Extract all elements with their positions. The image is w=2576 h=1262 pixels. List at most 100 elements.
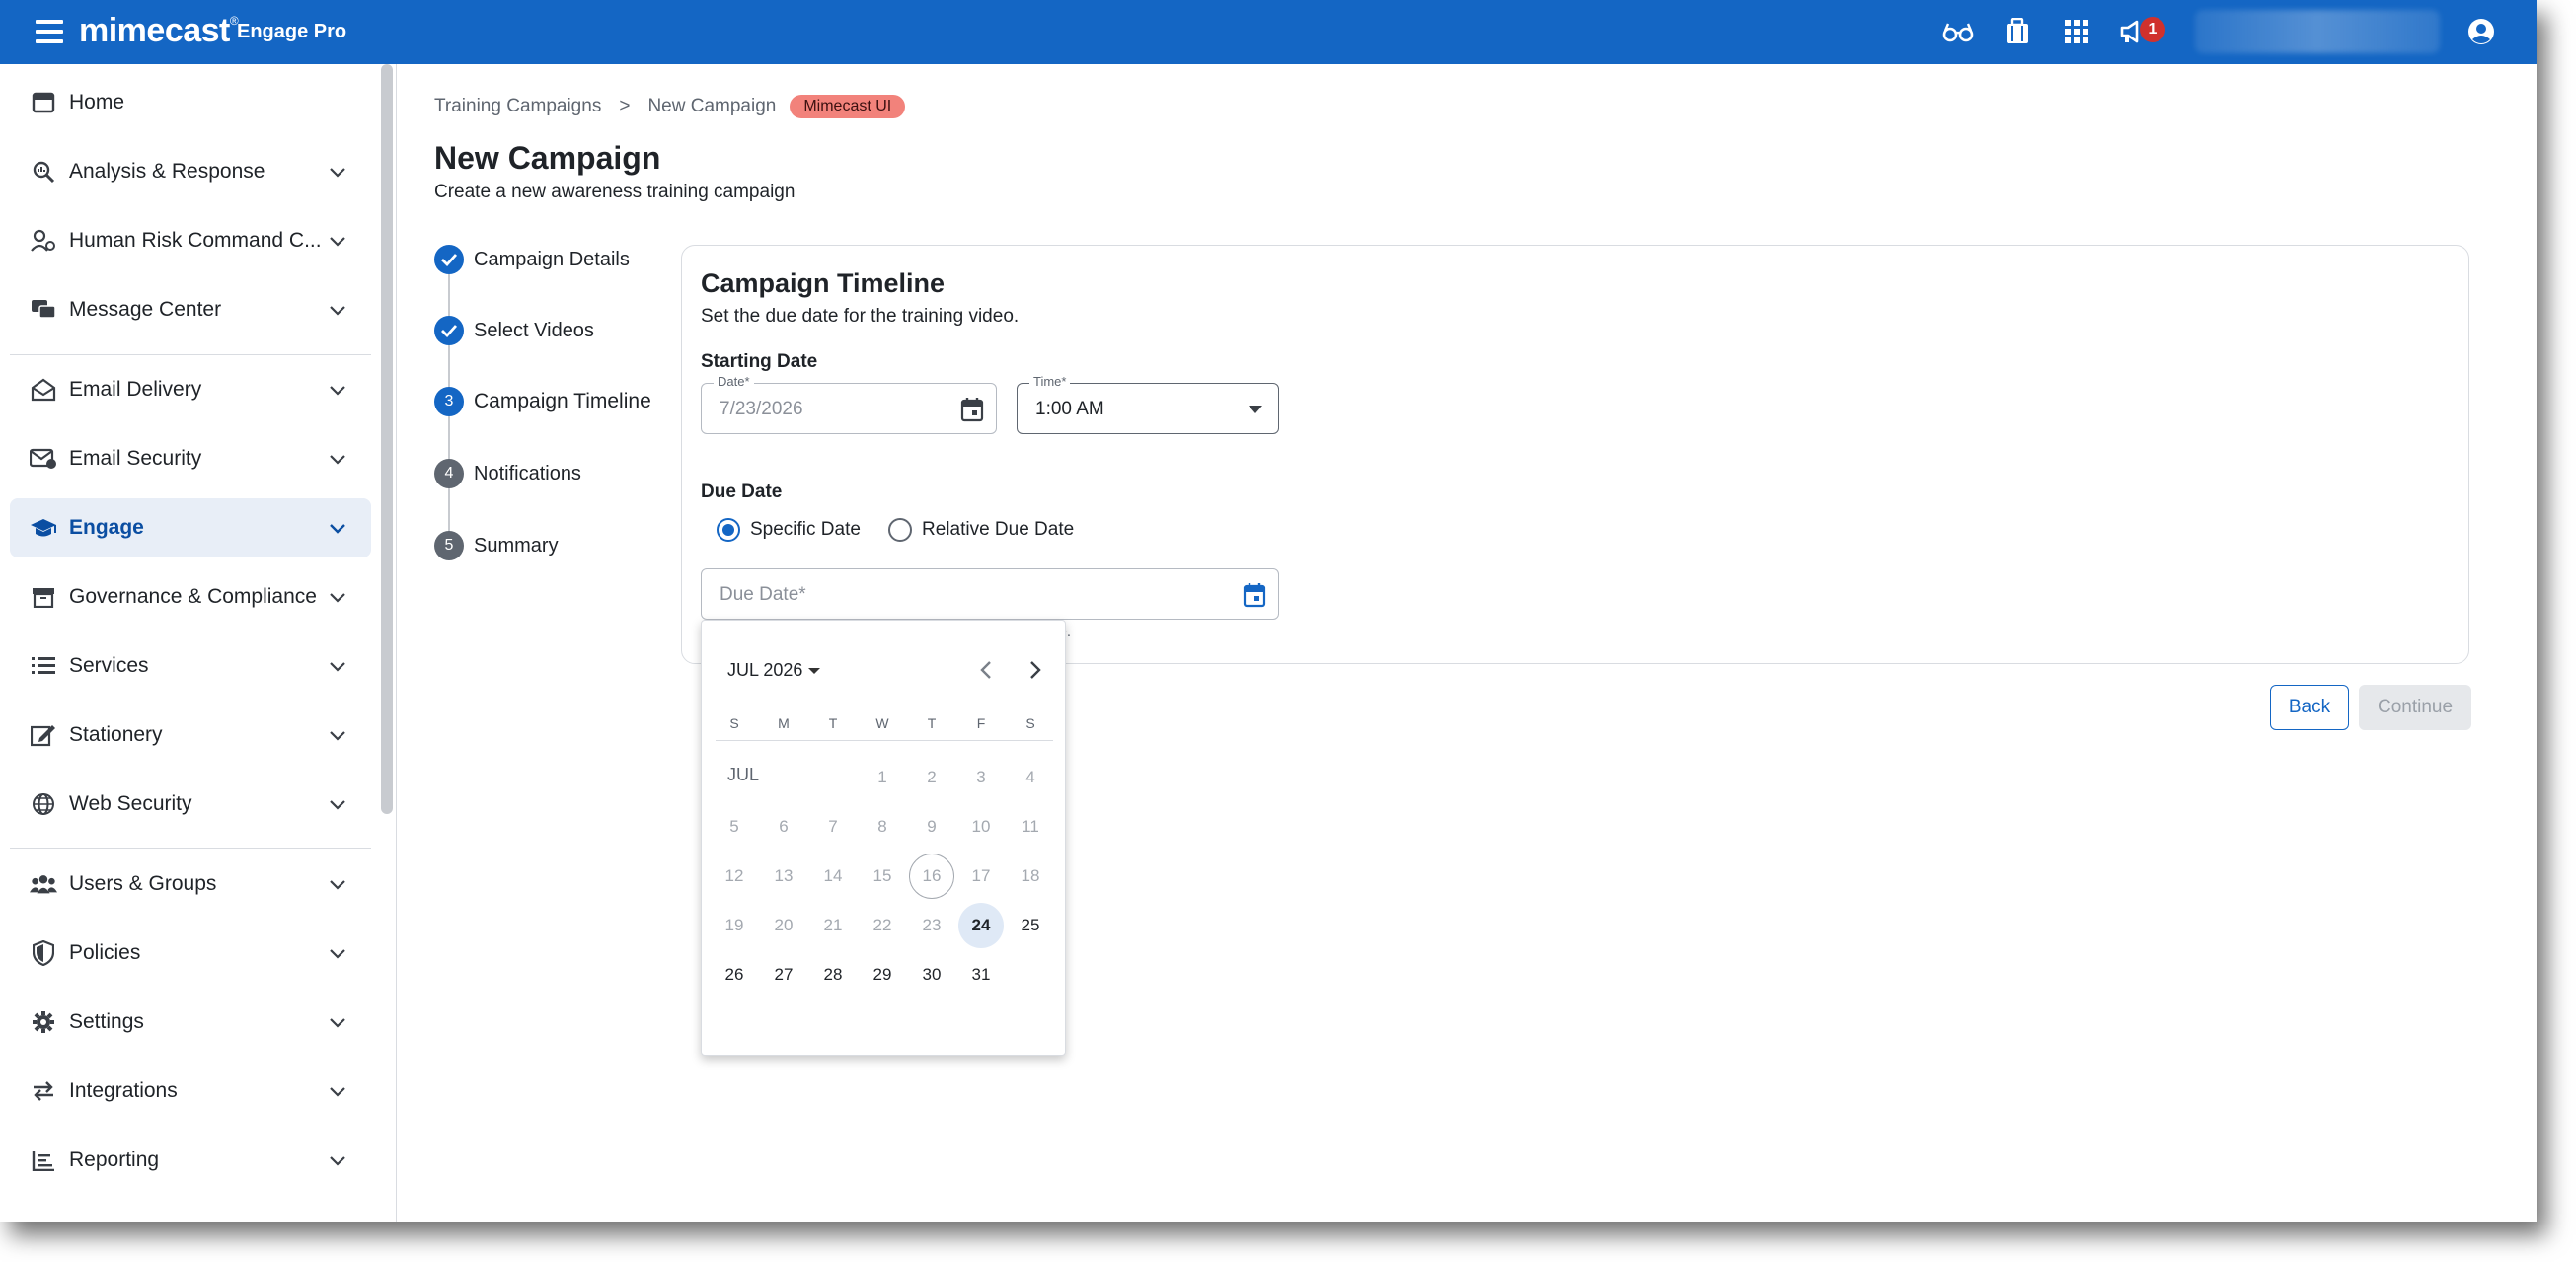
calendar-day[interactable]: 25 (1008, 903, 1053, 948)
date-picker-popup: JUL 2026 SMTWTFS JUL 1 2 3 4 5 6 7 8 9 10 11 12 13 14… (701, 620, 1066, 1056)
chevron-down-icon[interactable] (326, 723, 349, 747)
step-summary[interactable]: 5 Summary (434, 531, 559, 560)
analysis-icon (30, 158, 57, 186)
chevron-down-icon[interactable] (326, 792, 349, 816)
due-date-placeholder: Due Date* (720, 584, 806, 605)
sidebar-item-email-delivery[interactable]: Email Delivery (10, 360, 371, 419)
notification-badge: 1 (2140, 17, 2165, 42)
start-time-select[interactable]: Time* 1:00 AM (1017, 374, 1279, 434)
calendar-day[interactable]: 29 (860, 952, 905, 998)
step-select-videos[interactable]: Select Videos (434, 316, 594, 345)
picker-divider (716, 740, 1053, 741)
sidebar-item-message-center[interactable]: Message Center (10, 280, 371, 339)
sidebar-item-engage[interactable]: Engage (10, 498, 371, 557)
sidebar-item-services[interactable]: Services (10, 636, 371, 696)
chevron-down-icon[interactable] (326, 1149, 349, 1172)
sidebar-item-integrations[interactable]: Integrations (10, 1062, 371, 1121)
chevron-down-icon[interactable] (326, 378, 349, 402)
sidebar-item-label: Policies (69, 941, 141, 964)
sidebar-scrollbar[interactable] (381, 64, 393, 814)
sidebar-item-settings[interactable]: Settings (10, 993, 371, 1052)
calendar-day[interactable]: 30 (909, 952, 954, 998)
sidebar-item-email-security[interactable]: Email Security (10, 429, 371, 488)
sidebar-item-label: Analysis & Response (69, 160, 265, 183)
chevron-down-icon[interactable] (326, 941, 349, 965)
calendar-day[interactable]: 31 (958, 952, 1004, 998)
step-label: Select Videos (474, 319, 594, 341)
continue-button[interactable]: Continue (2359, 685, 2471, 730)
sidebar-item-label: Web Security (69, 792, 192, 815)
step-number: 4 (434, 459, 464, 488)
radio-label: Relative Due Date (922, 519, 1075, 540)
sidebar-item-home[interactable]: Home (10, 73, 371, 132)
stepper-connector (448, 416, 450, 461)
back-button[interactable]: Back (2270, 685, 2349, 730)
calendar-day[interactable]: 28 (810, 952, 856, 998)
step-label: Summary (474, 534, 559, 557)
sidebar-item-label: Email Delivery (69, 378, 202, 401)
gear-icon (30, 1008, 57, 1036)
sidebar-item-governance-compliance[interactable]: Governance & Compliance (10, 567, 371, 627)
stepper-connector (448, 487, 450, 532)
radio-button-selected[interactable] (717, 518, 740, 542)
calendar-day: 11 (1022, 817, 1039, 836)
reading-glasses-icon[interactable] (1940, 14, 1976, 49)
calendar-day: 22 (872, 916, 892, 934)
previous-month-icon[interactable] (972, 656, 1000, 684)
calendar-day[interactable]: 27 (761, 952, 806, 998)
sidebar-item-stationery[interactable]: Stationery (10, 705, 371, 765)
radio-specific-date[interactable]: Specific Date (717, 518, 861, 542)
sidebar-item-label: Settings (69, 1010, 144, 1033)
hamburger-menu-icon[interactable] (36, 20, 63, 43)
chevron-down-icon[interactable] (326, 585, 349, 609)
month-year-selector[interactable]: JUL 2026 (727, 660, 821, 681)
chevron-down-icon[interactable] (326, 872, 349, 896)
calendar-day: 5 (729, 817, 739, 836)
step-notifications[interactable]: 4 Notifications (434, 459, 581, 488)
briefcase-icon[interactable] (2000, 14, 2035, 49)
chevron-down-icon[interactable] (326, 229, 349, 253)
calendar-icon[interactable] (1243, 582, 1266, 608)
chevron-down-icon[interactable] (326, 1010, 349, 1034)
chevron-down-icon[interactable] (326, 298, 349, 322)
chevron-down-icon[interactable] (326, 654, 349, 678)
sidebar-item-users-groups[interactable]: Users & Groups (10, 854, 371, 914)
sidebar-item-policies[interactable]: Policies (10, 924, 371, 983)
sidebar-item-human-risk[interactable]: Human Risk Command C... (10, 211, 371, 270)
calendar-day: 10 (971, 817, 991, 836)
page-subtitle: Create a new awareness training campaign (434, 182, 796, 202)
sidebar-item-web-security[interactable]: Web Security (10, 775, 371, 834)
product-name: Engage Pro (237, 21, 347, 42)
next-month-icon[interactable] (1022, 656, 1049, 684)
calendar-day[interactable]: 24 (958, 903, 1004, 948)
breadcrumb-training-campaigns[interactable]: Training Campaigns (434, 96, 601, 117)
apps-grid-icon[interactable] (2059, 14, 2094, 49)
step-label: Notifications (474, 462, 581, 484)
calendar-icon[interactable] (960, 397, 984, 422)
account-icon[interactable] (2463, 14, 2499, 49)
due-date-input[interactable]: Due Date* (701, 568, 1279, 620)
check-icon (434, 316, 464, 345)
chevron-down-icon[interactable] (326, 160, 349, 184)
step-label: Campaign Timeline (474, 390, 651, 412)
sidebar-item-reporting[interactable]: Reporting (10, 1131, 371, 1190)
stepper-connector (448, 345, 450, 390)
users-icon (30, 870, 57, 898)
sidebar-item-analysis-response[interactable]: Analysis & Response (10, 142, 371, 201)
calendar-day: 18 (1021, 866, 1040, 885)
sidebar-divider (10, 354, 371, 355)
start-date-field[interactable]: Date* 7/23/2026 (701, 374, 997, 434)
mimecast-logo[interactable]: mimecast® (79, 12, 239, 50)
chevron-down-icon[interactable] (326, 1079, 349, 1103)
user-account-name[interactable] (2195, 10, 2440, 53)
step-campaign-timeline[interactable]: 3 Campaign Timeline (434, 387, 651, 416)
radio-relative-due-date[interactable]: Relative Due Date (888, 518, 1074, 542)
calendar-day[interactable]: 26 (712, 952, 757, 998)
sidebar-item-label: Home (69, 91, 125, 113)
shield-icon (30, 939, 57, 967)
breadcrumb-new-campaign: New Campaign (647, 96, 777, 116)
radio-button[interactable] (888, 518, 912, 542)
chevron-down-icon[interactable] (326, 447, 349, 471)
chevron-down-icon[interactable] (326, 516, 349, 540)
step-campaign-details[interactable]: Campaign Details (434, 245, 630, 274)
